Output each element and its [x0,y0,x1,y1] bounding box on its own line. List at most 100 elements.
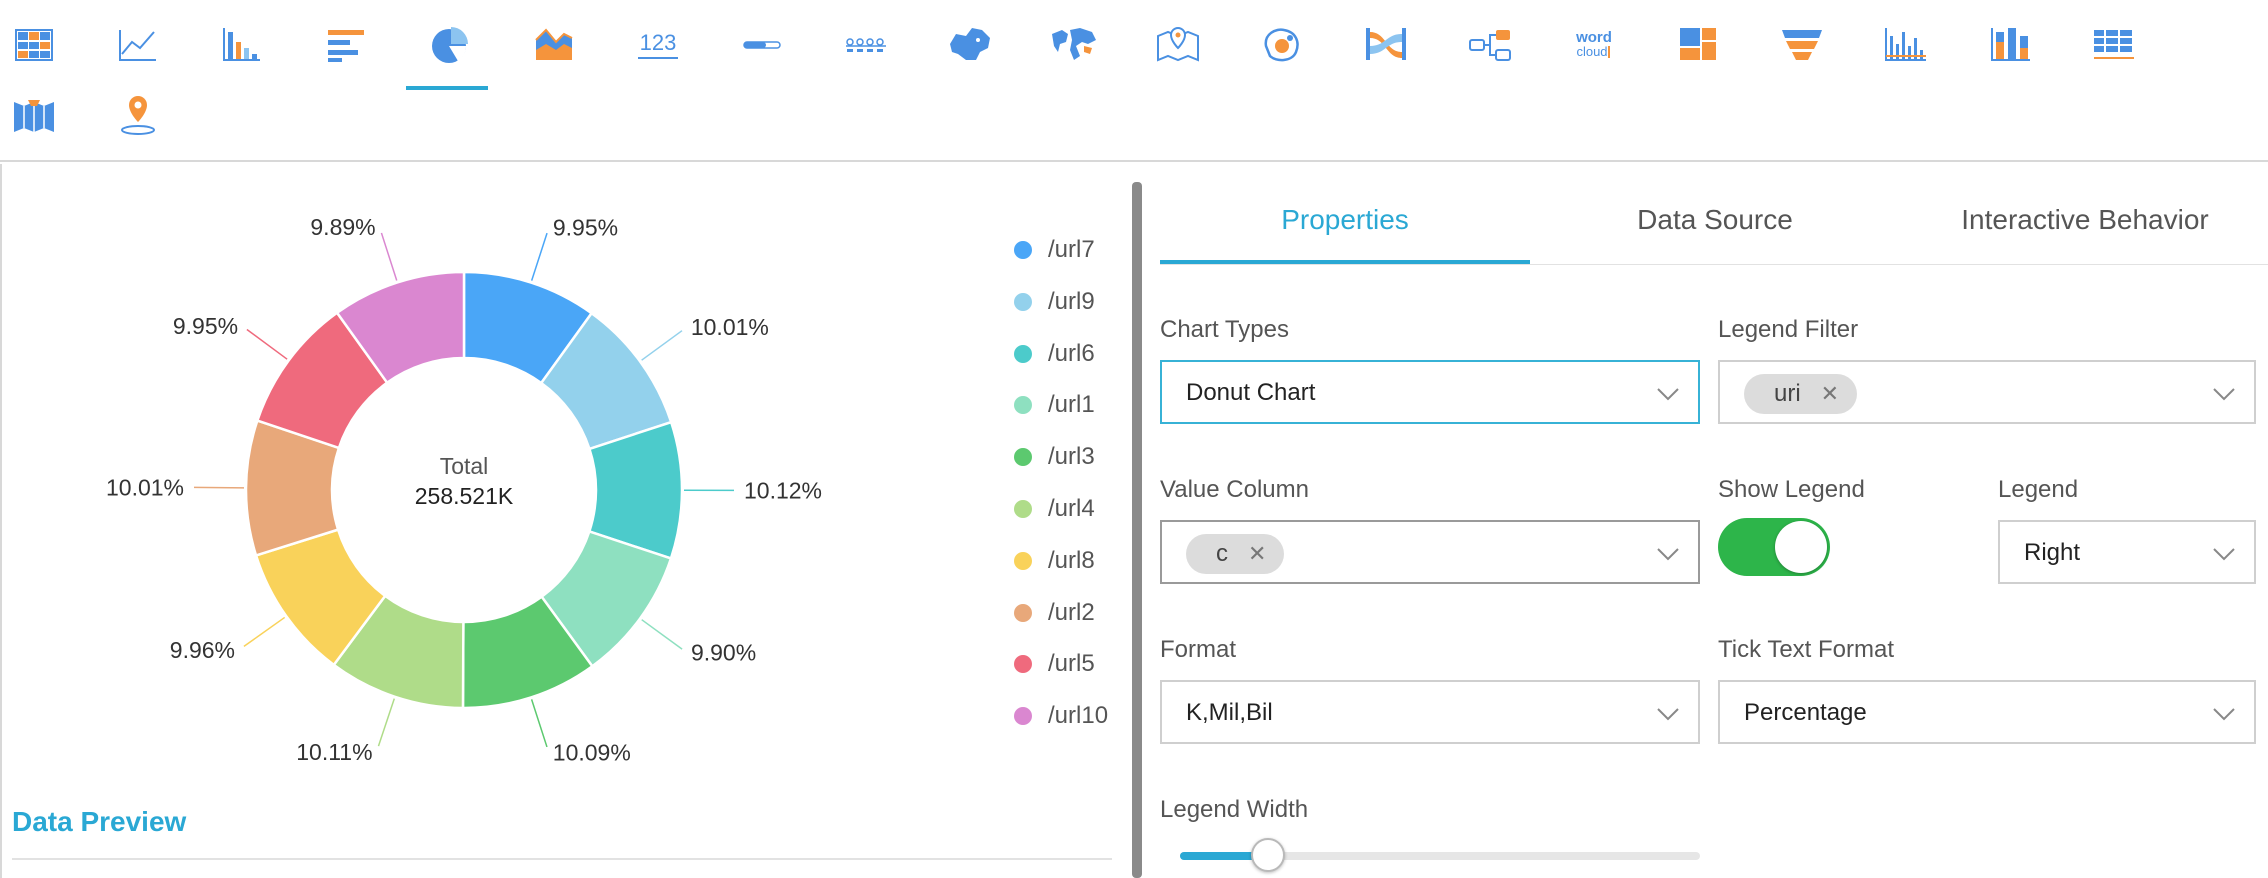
legend-item[interactable]: /url4 [1014,491,1095,527]
remove-chip-icon[interactable]: ✕ [1821,381,1839,407]
show-legend-toggle[interactable] [1718,518,1830,576]
legend-item[interactable]: /url6 [1014,336,1095,372]
tab-interactive-behavior[interactable]: Interactive Behavior [1900,204,2268,236]
china-map-icon[interactable] [942,16,998,72]
show-legend-label: Show Legend [1718,476,1865,503]
funnel-chart-icon[interactable] [1774,16,1830,72]
legend-width-label: Legend Width [1160,796,1309,823]
legend-swatch [1014,500,1032,518]
donut-data-label: 10.01% [106,474,184,500]
legend-item[interactable]: /url10 [1014,698,1108,734]
flow-diagram-icon[interactable] [1462,16,1518,72]
tabs-divider [1160,264,2268,265]
legend-item[interactable]: /url1 [1014,387,1095,423]
donut-data-label: 9.95% [553,214,618,240]
legend-label: /url7 [1048,236,1095,263]
legend-label: /url4 [1048,495,1095,522]
chart-types-select[interactable]: Donut Chart [1160,360,1700,424]
table-chart-icon[interactable] [6,16,62,72]
legend-label: /url1 [1048,391,1095,419]
legend-swatch [1014,707,1032,726]
treemap-icon[interactable] [1670,16,1726,72]
sankey-chart-icon[interactable] [1358,16,1414,72]
legend-item[interactable]: /url3 [1014,439,1095,475]
chart-preview-panel: 9.95% 10.01% 10.12% 9.90% 10.09% 10.11% 9.96% 1… [0,164,1128,878]
donut-data-label: 9.96% [170,637,235,663]
horizontal-bar-chart-icon[interactable] [318,16,374,72]
chart-types-value: Donut Chart [1186,379,1316,406]
chart-type-toolbar: 123 word cloud [0,0,2268,162]
world-map-icon[interactable] [1046,16,1102,72]
pie-chart-icon[interactable] [422,16,478,72]
toggle-knob [1775,521,1827,573]
region-map-icon[interactable] [6,88,62,144]
legend-swatch [1014,448,1032,467]
legend-position-label: Legend [1998,476,2079,503]
legend-item[interactable]: /url2 [1014,595,1095,631]
legend-label: /url5 [1048,650,1095,678]
legend-swatch [1014,396,1032,415]
donut-chart: 9.95% 10.01% 10.12% 9.90% 10.09% 10.11% 9.96% 1… [106,214,822,766]
word-cloud-icon[interactable]: word cloud [1566,16,1622,72]
tick-text-format-select[interactable]: Percentage [1718,680,2256,744]
location-map-icon[interactable] [1150,16,1206,72]
legend-label: /url2 [1048,598,1095,626]
tab-properties[interactable]: Properties [1160,204,1530,236]
legend-item[interactable]: /url5 [1014,646,1095,682]
donut-data-label: 9.95% [173,313,238,339]
remove-chip-icon[interactable]: ✕ [1248,541,1266,567]
legend-width-slider-thumb[interactable] [1251,838,1286,872]
timeline-icon[interactable] [838,16,894,72]
chevron-down-icon [1657,708,1679,721]
legend-item[interactable]: /url7 [1014,232,1095,268]
legend-label: /url8 [1048,546,1095,574]
donut-leader-line [530,232,548,281]
chevron-down-icon [2213,388,2235,401]
point-map-icon[interactable] [110,88,166,144]
legend-label: /url10 [1048,702,1109,730]
legend-width-slider[interactable] [1180,838,1700,872]
legend-position-select[interactable]: Right [1998,520,2256,584]
svg-text:123: 123 [640,30,677,55]
legend-item[interactable]: /url9 [1014,284,1095,320]
bar-chart-icon[interactable] [214,16,270,72]
area-chart-icon[interactable] [526,16,582,72]
donut-center-value: 258.521K [415,483,514,509]
legend-swatch [1014,603,1032,622]
pivot-table-icon[interactable] [2086,16,2142,72]
active-chart-type-indicator [406,86,488,90]
tab-data-source[interactable]: Data Source [1530,204,1900,236]
donut-leader-line [641,330,683,361]
chevron-down-icon [2213,708,2235,721]
line-chart-icon[interactable] [110,16,166,72]
progress-bar-icon[interactable] [734,16,790,72]
stacked-column-icon[interactable] [1982,16,2038,72]
legend-swatch [1014,655,1032,674]
legend-swatch [1014,551,1032,570]
format-select[interactable]: K,Mil,Bil [1160,680,1700,744]
donut-data-label: 10.09% [553,740,631,766]
legend-label: /url6 [1048,339,1095,367]
legend-label: /url9 [1048,287,1095,315]
value-column-select[interactable]: c ✕ [1160,520,1700,584]
legend-filter-select[interactable]: uri ✕ [1718,360,2256,424]
legend-item[interactable]: /url8 [1014,543,1095,579]
donut-leader-line [530,699,548,748]
bubble-map-icon[interactable] [1254,16,1310,72]
data-preview-divider [12,858,1112,860]
donut-data-label: 10.12% [744,477,822,503]
tick-text-format-value: Percentage [1744,699,1867,726]
value-column-chip: c ✕ [1186,534,1285,574]
histogram-icon[interactable] [1878,16,1934,72]
legend-position-value: Right [2024,539,2081,566]
donut-data-label: 10.11% [296,739,372,765]
data-preview-heading: Data Preview [12,806,187,837]
format-label: Format [1160,636,1237,663]
legend-swatch [1014,292,1032,311]
legend-swatch [1014,241,1032,259]
kpi-number-icon[interactable]: 123 [630,16,686,72]
legend-swatch [1014,344,1032,363]
donut-leader-line [380,232,398,281]
panel-splitter-scrollbar[interactable] [1132,182,1142,878]
donut-data-label: 10.01% [691,314,769,340]
